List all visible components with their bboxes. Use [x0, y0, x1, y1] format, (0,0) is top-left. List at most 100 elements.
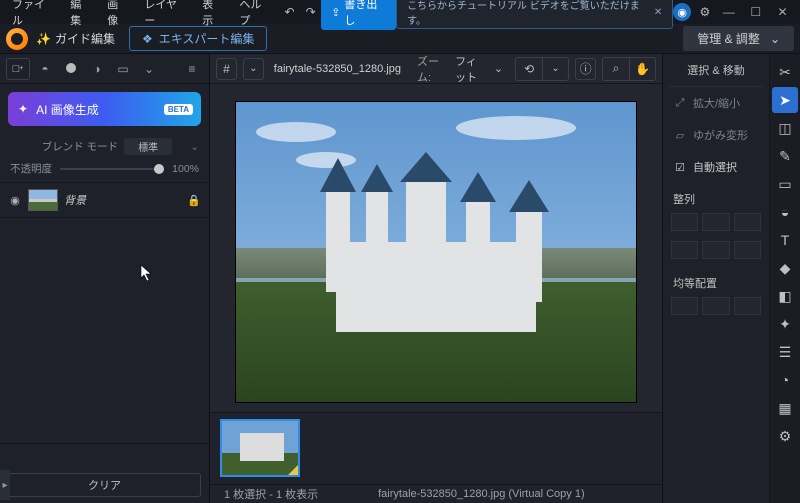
zoom-tool-icon: ⤢ [673, 97, 687, 110]
align-top[interactable] [671, 241, 698, 259]
distort-icon: ▱ [673, 129, 687, 142]
layer-thumbnail [28, 189, 58, 211]
adjust-tool[interactable]: ☰ [772, 339, 798, 365]
distribute-1[interactable] [671, 297, 698, 315]
manage-adjust-button[interactable]: 管理 & 調整 ⌄ [683, 26, 794, 51]
align-hcenter[interactable] [702, 213, 729, 231]
lock-icon[interactable]: 🔒 [187, 194, 201, 207]
layer-droplet-icon[interactable] [60, 62, 82, 76]
crop-tool[interactable]: ✂ [772, 59, 798, 85]
pan-button[interactable]: ✋ [629, 58, 655, 80]
distribute-buttons [669, 295, 763, 323]
align-left[interactable] [671, 213, 698, 231]
layer-link-icon[interactable]: ⌄ [138, 62, 160, 76]
canvas-viewport[interactable] [210, 84, 662, 412]
zoom-select[interactable]: フィット ⌄ [455, 53, 503, 85]
close-icon[interactable]: ✕ [654, 7, 662, 18]
opacity-label: 不透明度 [10, 161, 52, 176]
panel-expand-handle[interactable]: ▸ [0, 470, 10, 500]
export-button[interactable]: ⇪ 書き出し [321, 0, 396, 30]
opacity-slider[interactable] [60, 168, 164, 170]
settings-icon[interactable]: ⚙ [694, 5, 715, 19]
eraser-tool[interactable]: ▭ [772, 171, 798, 197]
selection-tool[interactable]: ◫ [772, 115, 798, 141]
menu-edit[interactable]: 編集 [62, 0, 99, 30]
magnify-button[interactable]: ⌕ [603, 58, 629, 80]
checkbox-icon[interactable]: ☑ [673, 161, 687, 174]
text-tool[interactable]: T [772, 227, 798, 253]
view-tools-group: ⌕ ✋ [602, 57, 656, 81]
align-right[interactable] [734, 213, 761, 231]
manage-label: 管理 & 調整 [697, 30, 760, 47]
tutorial-banner[interactable]: こちらからチュートリアル ビデオをご覧いただけます。 ✕ [396, 0, 673, 29]
dropdown-toggle[interactable]: ⌄ [243, 58, 264, 80]
layers-toolbar: □+ ◓ ◑ ▭ ⌄ ≡ [0, 54, 209, 84]
rotate-ccw-button[interactable]: ⟲ [516, 58, 542, 80]
blend-label: ブレンド モード [10, 139, 118, 154]
distribute-2[interactable] [702, 297, 729, 315]
zoom-tool-row[interactable]: ⤢ 拡大/縮小 [669, 87, 763, 119]
chevron-down-icon: ⌄ [770, 32, 780, 46]
blur-tool[interactable]: ◆ [772, 255, 798, 281]
wand-icon: ✨ [36, 32, 51, 46]
castle-illustration [306, 162, 566, 332]
align-bottom[interactable] [734, 241, 761, 259]
distort-tool-row[interactable]: ▱ ゆがみ変形 [669, 119, 763, 151]
guide-edit-label: ガイド編集 [55, 30, 115, 47]
zoom-label: ズーム: [417, 53, 445, 85]
layer-mask-icon[interactable]: ◓ [34, 62, 56, 76]
opacity-value: 100% [172, 163, 199, 175]
more-tool[interactable]: ⚙ [772, 423, 798, 449]
tool-rail: ✂ ➤ ◫ ✎ ▭ ◒ T ◆ ◧ ✦ ☰ ◔ ▦ ⚙ [770, 54, 800, 503]
image-canvas [236, 102, 636, 402]
move-tool[interactable]: ➤ [772, 87, 798, 113]
layer-folder-icon[interactable]: ▭ [112, 62, 134, 76]
zoom-tool-label: 拡大/縮小 [693, 95, 740, 111]
window-minimize[interactable]: — [715, 5, 742, 19]
distribute-3[interactable] [734, 297, 761, 315]
align-vcenter[interactable] [702, 241, 729, 259]
layer-fx-icon[interactable]: ◑ [86, 62, 108, 76]
chevron-down-icon: ⌄ [190, 141, 199, 153]
clear-button[interactable]: クリア [8, 473, 201, 497]
window-maximize[interactable]: ☐ [742, 5, 769, 19]
expert-edit-button[interactable]: ❖ エキスパート編集 [129, 26, 267, 51]
sparkle-tool[interactable]: ✦ [772, 311, 798, 337]
guide-edit-button[interactable]: ✨ ガイド編集 [36, 30, 115, 47]
filmstrip-thumb-1[interactable] [220, 419, 300, 477]
gradient-tool[interactable]: ◧ [772, 283, 798, 309]
blend-mode-row[interactable]: ブレンド モード 標準 ⌄ [0, 134, 209, 159]
layers-panel: □+ ◓ ◑ ▭ ⌄ ≡ ✦ AI 画像生成 BETA ブレンド モード 標準 … [0, 54, 210, 503]
brush-tool[interactable]: ✎ [772, 143, 798, 169]
visibility-icon[interactable]: ◉ [8, 194, 22, 207]
status-filename: fairytale-532850_1280.jpg (Virtual Copy … [378, 488, 584, 500]
align-h-buttons [669, 211, 763, 239]
info-button[interactable]: ⓘ [575, 58, 596, 80]
select-move-panel: 選択 & 移動 ⤢ 拡大/縮小 ▱ ゆがみ変形 ☑ 自動選択 整列 均等配置 [663, 54, 770, 503]
menu-file[interactable]: ファイル [4, 0, 62, 30]
grid-toggle[interactable]: # [216, 58, 237, 80]
rotate-cw-button[interactable]: ⌄ [542, 58, 568, 80]
virtual-copy-icon [288, 465, 298, 475]
distort-label: ゆがみ変形 [693, 127, 748, 143]
sparkle-icon: ✦ [18, 102, 28, 116]
window-close[interactable]: ✕ [769, 5, 796, 19]
autoselect-label: 自動選択 [693, 159, 737, 175]
ai-generate-button[interactable]: ✦ AI 画像生成 BETA [8, 92, 201, 126]
shape-tool[interactable]: ▦ [772, 395, 798, 421]
cursor-icon [140, 264, 154, 282]
cloud-icon[interactable]: ◉ [673, 3, 694, 21]
redo-icon[interactable]: ↷ [300, 5, 321, 19]
center-panel: # ⌄ fairytale-532850_1280.jpg ズーム: フィット … [210, 54, 662, 503]
layers-icon: ❖ [142, 32, 153, 46]
layer-name: 背景 [64, 192, 187, 208]
add-layer-button[interactable]: □+ [6, 58, 30, 80]
rotate-group: ⟲ ⌄ [515, 57, 569, 81]
blend-value[interactable]: 標準 [124, 138, 172, 155]
layer-menu-icon[interactable]: ≡ [181, 62, 203, 76]
fill-tool[interactable]: ◒ [772, 199, 798, 225]
autoselect-row[interactable]: ☑ 自動選択 [669, 151, 763, 183]
undo-icon[interactable]: ↶ [279, 5, 300, 19]
layer-row-background[interactable]: ◉ 背景 🔒 [0, 182, 209, 218]
color-tool[interactable]: ◔ [772, 367, 798, 393]
